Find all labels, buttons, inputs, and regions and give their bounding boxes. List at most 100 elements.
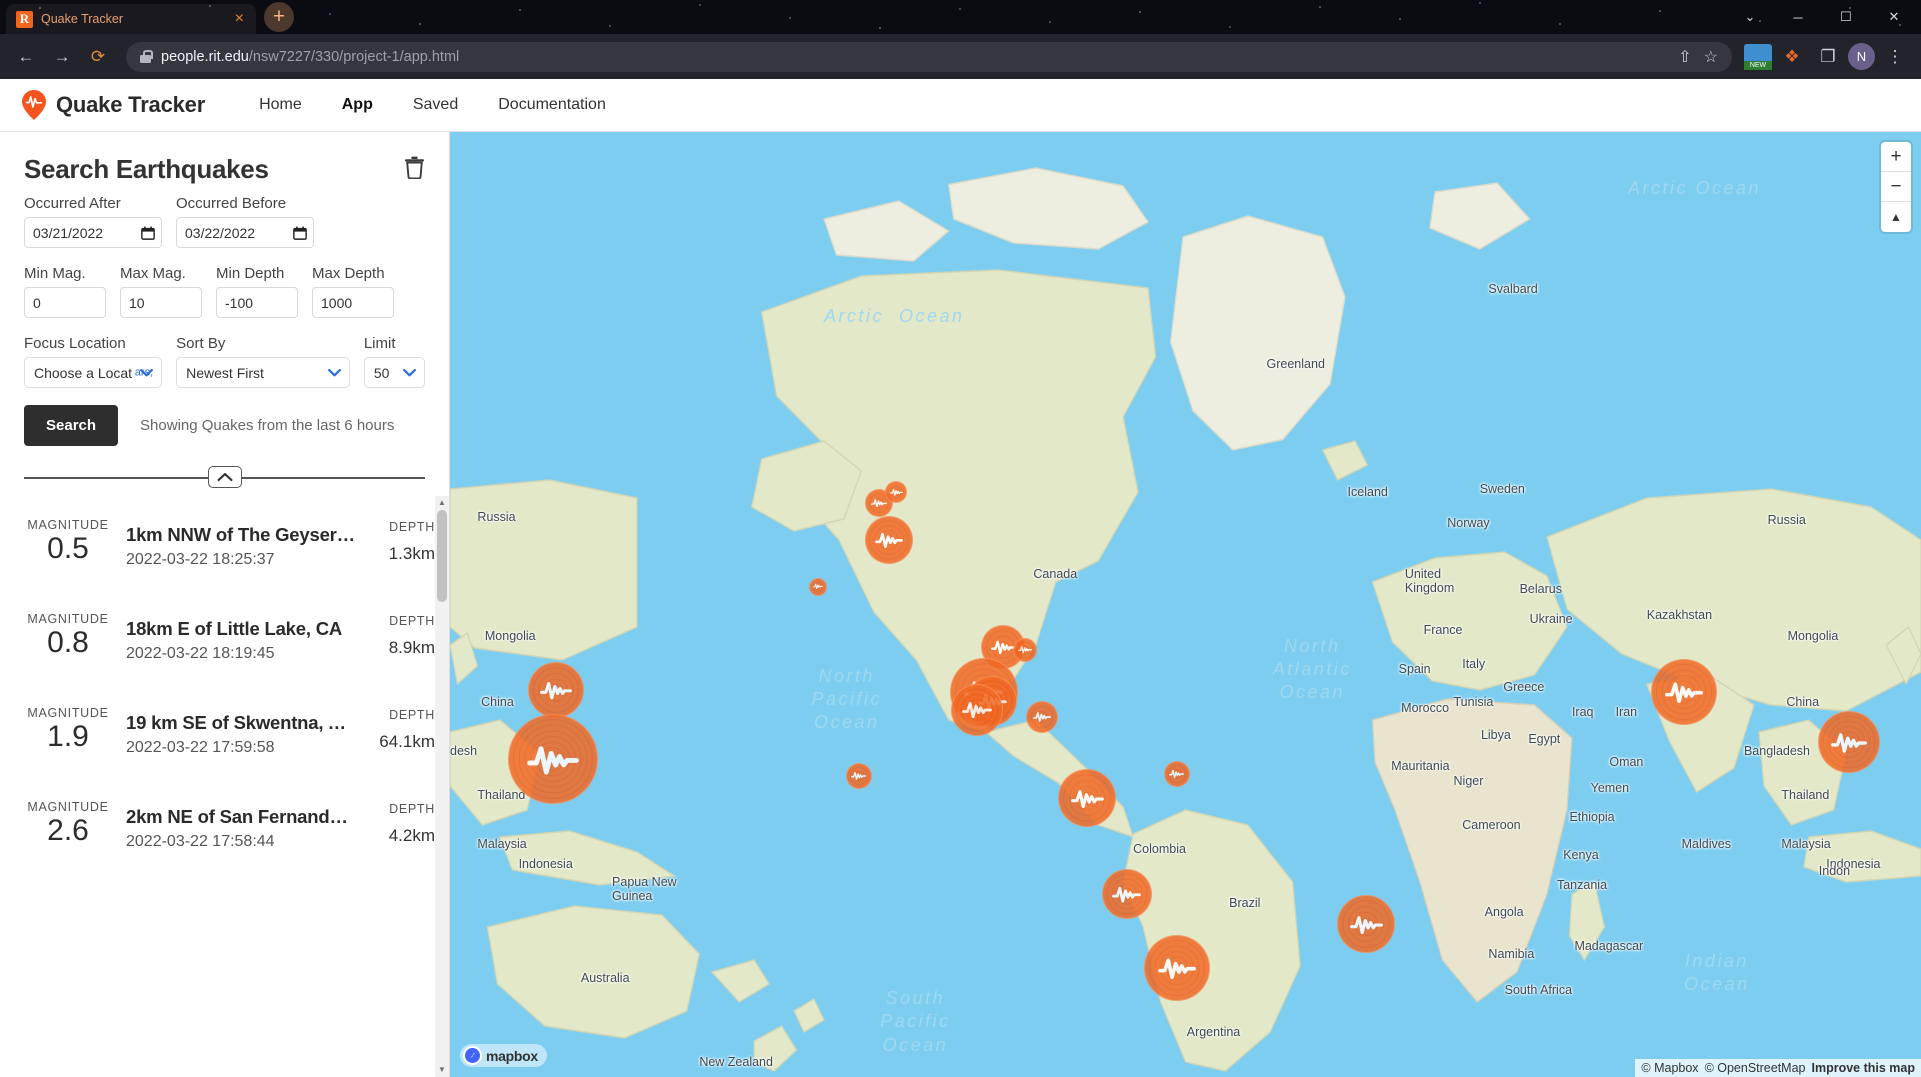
zoom-out-button[interactable]: −	[1881, 172, 1911, 202]
tab-close-icon[interactable]: ×	[231, 11, 248, 27]
attribution-mapbox[interactable]: © Mapbox	[1641, 1061, 1698, 1075]
magnitude-cell: MAGNITUDE 2.6	[24, 798, 112, 848]
forward-icon[interactable]: →	[46, 41, 78, 73]
depth-label: DEPTH	[389, 708, 435, 722]
tab-search-icon[interactable]: ⌄	[1727, 1, 1773, 33]
quake-marker[interactable]	[1337, 895, 1396, 953]
seismograph-icon	[1070, 789, 1104, 808]
browser-tab[interactable]: R Quake Tracker ×	[6, 4, 256, 34]
search-action-row: Search Showing Quakes from the last 6 ho…	[24, 405, 425, 446]
map-attribution: © Mapbox © OpenStreetMap Improve this ma…	[1635, 1059, 1921, 1077]
back-icon[interactable]: ←	[10, 41, 42, 73]
page-content: Quake Tracker Home App Saved Documentati…	[0, 79, 1921, 1077]
max-depth-input[interactable]	[312, 287, 394, 318]
quake-marker[interactable]	[864, 516, 913, 564]
collapse-divider	[24, 466, 425, 488]
brand[interactable]: Quake Tracker	[22, 90, 205, 120]
quake-marker[interactable]	[1651, 658, 1718, 725]
reload-icon[interactable]: ⟳	[82, 41, 114, 73]
seismograph-icon	[1169, 770, 1185, 779]
quake-marker[interactable]	[508, 714, 599, 804]
magnitude-cell: MAGNITUDE 0.5	[24, 516, 112, 566]
browser-menu-icon[interactable]: ⋮	[1879, 41, 1911, 73]
quake-marker[interactable]	[1026, 701, 1059, 733]
side-panel-icon[interactable]: ❐	[1812, 41, 1844, 73]
quake-marker[interactable]	[1163, 761, 1190, 787]
close-window-button[interactable]: ✕	[1871, 1, 1917, 33]
browser-window: R Quake Tracker × + ⌄ ─ ☐ ✕ ← → ⟳ people…	[0, 0, 1921, 1077]
tab-title: Quake Tracker	[41, 12, 123, 26]
quake-marker[interactable]	[951, 683, 1004, 736]
quake-marker[interactable]	[808, 577, 827, 596]
limit-select[interactable]: 50	[363, 357, 425, 388]
nav-link-home[interactable]: Home	[239, 96, 322, 114]
search-sidebar: Search Earthquakes Occurred After 03/21/…	[0, 132, 450, 1077]
depth-label: DEPTH	[389, 614, 435, 628]
zoom-in-button[interactable]: +	[1881, 142, 1911, 172]
magnitude-value: 0.8	[47, 626, 89, 659]
nav-link-saved[interactable]: Saved	[393, 96, 478, 114]
results-list[interactable]: MAGNITUDE 0.5 1km NNW of The Geysers,... 20…	[0, 496, 449, 1077]
extensions-puzzle-icon[interactable]: ❖	[1776, 41, 1808, 73]
sort-by-select[interactable]: Newest First	[176, 357, 350, 388]
focus-location-select[interactable]: Choose a Location	[24, 357, 163, 388]
magnitude-value: 0.5	[47, 532, 89, 565]
seismograph-icon	[1665, 682, 1704, 703]
quake-marker[interactable]	[1817, 711, 1880, 774]
scroll-down-arrow-icon[interactable]: ▼	[438, 1063, 446, 1077]
depth-label: DEPTH	[389, 520, 435, 534]
search-status-text: Showing Quakes from the last 6 hours	[140, 417, 395, 434]
quake-marker[interactable]	[527, 662, 584, 718]
occurred-after-input[interactable]	[24, 217, 162, 248]
extension-badge: NEW	[1744, 60, 1772, 70]
quake-marker[interactable]	[1143, 934, 1210, 1001]
search-button[interactable]: Search	[24, 405, 119, 446]
results-scrollbar[interactable]: ▲ ▼	[435, 496, 449, 1077]
clear-search-button[interactable]	[404, 156, 425, 184]
nav-link-documentation[interactable]: Documentation	[478, 96, 626, 114]
scroll-up-arrow-icon[interactable]: ▲	[438, 496, 446, 510]
url-text: people.rit.edu/nsw7227/330/project-1/app…	[161, 49, 459, 65]
list-item[interactable]: MAGNITUDE 1.9 19 km SE of Skwentna, Al... 2…	[24, 684, 435, 778]
url-path: /nsw7227/330/project-1/app.html	[248, 48, 460, 65]
max-mag-input[interactable]	[120, 287, 202, 318]
address-bar[interactable]: people.rit.edu/nsw7227/330/project-1/app…	[126, 41, 1732, 72]
browser-toolbar: ← → ⟳ people.rit.edu/nsw7227/330/project…	[0, 34, 1921, 79]
scrollbar-thumb[interactable]	[437, 510, 447, 602]
profile-avatar[interactable]: N	[1848, 43, 1875, 70]
share-icon[interactable]: ⇧	[1678, 47, 1691, 67]
quake-info: 1km NNW of The Geysers,... 2022-03-22 18:…	[126, 516, 357, 569]
mapbox-logo[interactable]: mapbox	[460, 1044, 547, 1067]
maximize-button[interactable]: ☐	[1823, 1, 1869, 33]
map-zoom-controls[interactable]: + − ▲	[1881, 142, 1911, 232]
quake-info: 2km NE of San Fernando, ... 2022-03-22 17…	[126, 798, 357, 851]
depth-value: 64.1km	[379, 732, 435, 751]
quake-marker[interactable]	[845, 762, 872, 789]
bookmark-star-icon[interactable]: ☆	[1704, 47, 1718, 67]
max-mag-label: Max Mag.	[120, 265, 186, 282]
magnitude-cell: MAGNITUDE 1.9	[24, 704, 112, 754]
min-mag-input[interactable]	[24, 287, 106, 318]
quake-marker[interactable]	[1058, 769, 1117, 827]
improve-map-link[interactable]: Improve this map	[1812, 1061, 1916, 1075]
magnitude-label: MAGNITUDE	[27, 706, 109, 720]
occurred-before-input[interactable]	[176, 217, 314, 248]
extension-icon[interactable]: NEW	[1744, 43, 1772, 70]
compass-button[interactable]: ▲	[1881, 202, 1911, 232]
minimize-button[interactable]: ─	[1775, 1, 1821, 33]
list-item[interactable]: MAGNITUDE 0.8 18km E of Little Lake, CA 202…	[24, 590, 435, 684]
nav-link-app[interactable]: App	[322, 96, 393, 114]
max-depth-group: Max Depth	[312, 265, 394, 318]
quake-marker[interactable]	[1101, 869, 1152, 919]
attribution-osm[interactable]: © OpenStreetMap	[1705, 1061, 1806, 1075]
list-item[interactable]: MAGNITUDE 0.5 1km NNW of The Geysers,... 20…	[24, 496, 435, 590]
sidebar-header: Search Earthquakes	[0, 132, 449, 195]
quake-marker[interactable]	[885, 481, 908, 503]
earthquake-map[interactable]: Greenland Canada Iceland Svalbard Norway Swed…	[450, 132, 1921, 1077]
magnitude-depth-row: Min Mag. Max Mag. Min Depth Max Dep	[24, 265, 425, 318]
collapse-panel-button[interactable]	[207, 466, 242, 488]
min-depth-input[interactable]	[216, 287, 298, 318]
new-tab-button[interactable]: +	[264, 2, 294, 32]
list-item[interactable]: MAGNITUDE 2.6 2km NE of San Fernando, ... 2…	[24, 778, 435, 872]
window-controls: ⌄ ─ ☐ ✕	[1727, 0, 1921, 34]
